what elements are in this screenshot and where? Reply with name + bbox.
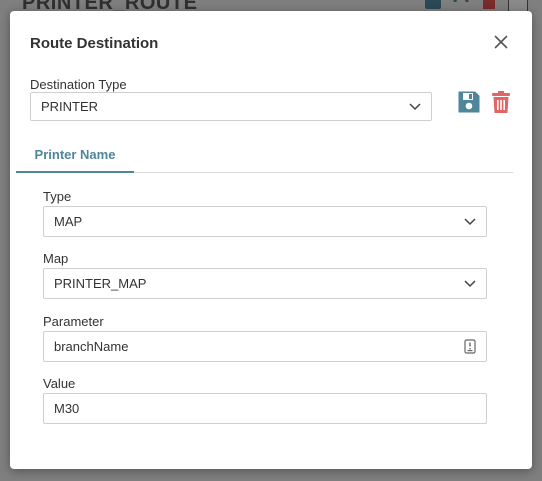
- type-value: MAP: [54, 214, 83, 229]
- destination-type-value: PRINTER: [41, 99, 99, 114]
- map-label: Map: [43, 251, 69, 266]
- close-button[interactable]: [494, 35, 508, 49]
- destination-type-label: Destination Type: [30, 77, 127, 92]
- close-icon: [494, 35, 508, 49]
- dialog-title: Route Destination: [30, 35, 159, 52]
- trash-icon[interactable]: [488, 89, 514, 115]
- chevron-down-icon: [464, 217, 476, 225]
- parameter-label: Parameter: [43, 314, 104, 329]
- parameter-input[interactable]: branchName: [43, 331, 487, 362]
- map-select[interactable]: PRINTER_MAP: [43, 268, 487, 299]
- background-refresh-icon: [453, 0, 469, 3]
- type-select[interactable]: MAP: [43, 206, 487, 237]
- parameter-value: branchName: [54, 339, 129, 354]
- type-label: Type: [43, 189, 72, 204]
- value-value: M30: [54, 401, 80, 416]
- map-value: PRINTER_MAP: [54, 276, 147, 291]
- chevron-down-icon: [409, 102, 421, 110]
- background-trash-icon: [483, 0, 495, 9]
- background-save-icon: [425, 0, 441, 9]
- save-icon[interactable]: [456, 89, 482, 115]
- chevron-down-icon: [464, 279, 476, 287]
- destination-type-select[interactable]: PRINTER: [30, 92, 432, 121]
- value-label: Value: [43, 376, 76, 391]
- tab-active-indicator: [16, 171, 134, 173]
- value-input[interactable]: M30: [43, 393, 487, 424]
- parameter-picker-icon[interactable]: [464, 339, 476, 354]
- route-destination-dialog: Route Destination Destination Type PRINT…: [10, 11, 532, 469]
- tab-printer-name[interactable]: Printer Name: [16, 135, 134, 173]
